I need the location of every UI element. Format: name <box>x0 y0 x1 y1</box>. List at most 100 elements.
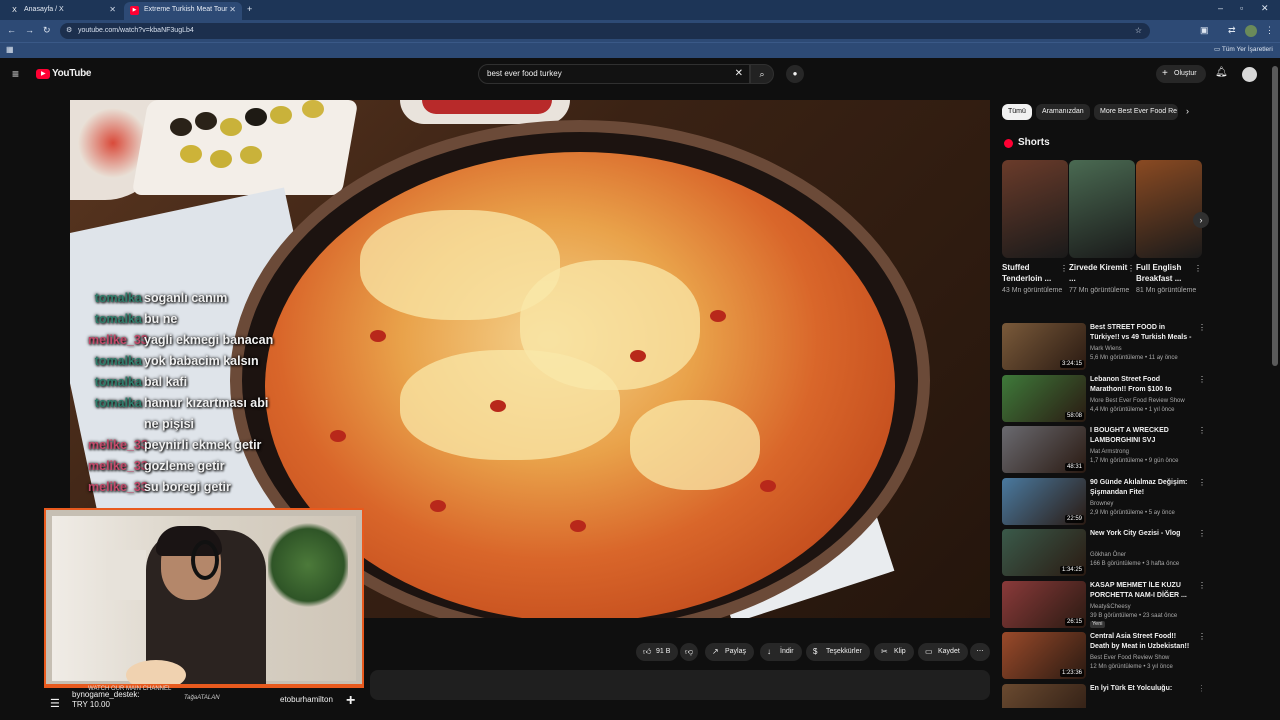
profile-avatar[interactable] <box>1245 25 1257 37</box>
video-thumbnail[interactable]: 26:15 <box>1002 580 1086 628</box>
recommendation-item[interactable]: 1:23:36 Central Asia Street Food!! Death … <box>1002 632 1206 680</box>
short-thumbnail[interactable] <box>1002 160 1068 258</box>
video-thumbnail[interactable]: 48:31 <box>1002 426 1086 473</box>
chip-all[interactable]: Tümü <box>1002 104 1032 120</box>
close-window-icon[interactable]: ✕ <box>1261 3 1269 14</box>
maximize-icon[interactable]: ▫ <box>1240 3 1243 13</box>
video-title[interactable]: 90 Günde Akılalmaz Değişim: Şişmandan Fi… <box>1090 478 1194 498</box>
recommendation-item[interactable]: 3:24:15 Best STREET FOOD in Türkiye!! vs … <box>1002 323 1206 371</box>
video-title[interactable]: Central Asia Street Food!! Death by Meat… <box>1090 632 1194 652</box>
bookmark-star-icon[interactable]: ☆ <box>1135 23 1142 39</box>
channel-name[interactable]: Best Ever Food Review Show <box>1090 654 1169 662</box>
create-button[interactable]: + Oluştur <box>1156 65 1206 83</box>
close-tab-icon[interactable]: ✕ <box>109 2 116 18</box>
video-title[interactable]: I BOUGHT A WRECKED LAMBORGHINI SVJ <box>1090 426 1194 446</box>
forward-icon[interactable]: → <box>25 25 34 35</box>
short-card[interactable]: Full English Breakfast ... 81 Mn görüntül… <box>1136 160 1202 296</box>
short-thumbnail[interactable] <box>1069 160 1135 258</box>
more-vertical-icon[interactable]: ⋮ <box>1060 264 1068 273</box>
thanks-button[interactable]: $ Teşekkürler <box>806 643 870 661</box>
new-tab-icon[interactable]: + <box>247 4 252 14</box>
channel-name[interactable]: Meaty&Cheesy <box>1090 603 1131 611</box>
video-title[interactable]: New York City Gezisi - Vlog <box>1090 529 1194 539</box>
minimize-icon[interactable]: – <box>1218 3 1223 13</box>
more-vertical-icon[interactable]: ⋮ <box>1198 684 1202 693</box>
more-actions-button[interactable]: ⋯ <box>970 643 990 661</box>
voice-search-button[interactable]: ● <box>786 65 804 83</box>
video-title[interactable]: Lebanon Street Food Marathon!! From $100… <box>1090 375 1194 395</box>
more-vertical-icon[interactable]: ⋮ <box>1198 581 1206 590</box>
notifications-bell-icon[interactable]: 🔔︎ <box>1215 67 1228 78</box>
close-tab-icon[interactable]: ✕ <box>229 2 236 18</box>
chip-from-search[interactable]: Aramanızdan <box>1036 104 1090 120</box>
more-vertical-icon[interactable]: ⋮ <box>1127 264 1135 273</box>
chat-username: tomalka <box>94 354 142 368</box>
more-vertical-icon[interactable]: ⋮ <box>1198 478 1206 487</box>
recommendation-item[interactable]: En İyi Türk Et Yolculuğu: ⋮ <box>1002 683 1202 708</box>
more-vertical-icon[interactable]: ⋮ <box>1198 426 1206 435</box>
back-icon[interactable]: ← <box>7 25 16 35</box>
like-button[interactable]: 👍︎ 91 B <box>636 643 678 661</box>
tab-x-title: Anasayfa / X <box>24 6 64 13</box>
clear-search-icon[interactable]: ✕ <box>735 65 743 83</box>
description-box[interactable] <box>370 670 990 700</box>
page-scrollbar[interactable] <box>1272 66 1278 366</box>
settings-icon[interactable]: ☰ <box>50 697 60 710</box>
recommendation-item[interactable]: 22:59 90 Günde Akılalmaz Değişim: Şişmand… <box>1002 477 1206 526</box>
donation-amount: TRY 10.00 <box>72 700 110 709</box>
account-avatar[interactable] <box>1242 67 1257 82</box>
sidebar-icon[interactable]: ⇄ <box>1228 25 1236 36</box>
recommendation-item[interactable]: 48:31 I BOUGHT A WRECKED LAMBORGHINI SVJ M… <box>1002 426 1206 474</box>
video-thumbnail[interactable]: 58:08 <box>1002 374 1086 422</box>
more-vertical-icon[interactable]: ⋮ <box>1198 375 1206 384</box>
short-title[interactable]: Zirvede Kiremit ... <box>1069 262 1135 284</box>
download-button[interactable]: ↓ İndir <box>760 643 802 661</box>
tab-x[interactable]: X Anasayfa / X ✕ <box>4 2 122 20</box>
channel-name[interactable]: Browney <box>1090 500 1113 508</box>
tab-youtube[interactable]: ▶ Extreme Turkish Meat Tour ✕ <box>124 2 242 20</box>
search-input[interactable]: best ever food turkey ✕ <box>478 64 750 84</box>
site-info-icon[interactable]: ⚙ <box>66 23 72 39</box>
video-thumbnail[interactable]: 3:24:15 <box>1002 323 1086 370</box>
short-title[interactable]: Stuffed Tenderloin ... <box>1002 262 1068 284</box>
more-horizontal-icon: ⋯ <box>976 648 984 655</box>
short-card[interactable]: Stuffed Tenderloin ... 43 Mn görüntüleme ⋮ <box>1002 160 1068 296</box>
recommendation-item[interactable]: 58:08 Lebanon Street Food Marathon!! From… <box>1002 374 1206 423</box>
more-vertical-icon[interactable]: ⋮ <box>1198 529 1206 538</box>
video-thumbnail[interactable]: 1:34:25 <box>1002 529 1086 576</box>
more-vertical-icon[interactable]: ⋮ <box>1194 264 1202 273</box>
channel-name[interactable]: More Best Ever Food Review Show <box>1090 397 1185 405</box>
save-button[interactable]: ▭ Kaydet <box>918 643 968 661</box>
channel-name[interactable]: Gökhan Öner <box>1090 551 1126 559</box>
clip-button[interactable]: ✂ Klip <box>874 643 914 661</box>
channel-name[interactable]: Mark Wiens <box>1090 345 1122 353</box>
video-title[interactable]: KASAP MEHMET İLE KUZU PORCHETTA NAM-I Dİ… <box>1090 581 1194 601</box>
video-title[interactable]: Best STREET FOOD in Türkiye!! vs 49 Turk… <box>1090 323 1194 343</box>
reload-icon[interactable]: ↻ <box>43 25 51 36</box>
channel-name[interactable]: Mat Armstrong <box>1090 448 1129 456</box>
video-thumbnail[interactable] <box>1002 683 1086 708</box>
shorts-next-icon[interactable]: › <box>1193 212 1209 228</box>
more-vertical-icon[interactable]: ⋮ <box>1198 323 1206 332</box>
extensions-icon[interactable]: ▣ <box>1200 25 1209 36</box>
more-vertical-icon[interactable]: ⋮ <box>1198 632 1206 641</box>
chevron-right-icon[interactable]: › <box>1186 106 1189 116</box>
browser-menu-icon[interactable]: ⋮ <box>1265 25 1274 36</box>
url-field[interactable]: ⚙ youtube.com/watch?v=kbaNF3ugLb4 ☆ <box>60 23 1150 39</box>
short-thumbnail[interactable] <box>1136 160 1202 258</box>
short-title[interactable]: Full English Breakfast ... <box>1136 262 1202 284</box>
share-button[interactable]: ↗ Paylaş <box>705 643 755 661</box>
chip-more-best-ever[interactable]: More Best Ever Food Re <box>1094 104 1178 120</box>
all-bookmarks[interactable]: ▭ Tüm Yer İşaretleri <box>1214 45 1273 53</box>
video-thumbnail[interactable]: 1:23:36 <box>1002 632 1086 679</box>
recommendation-item[interactable]: 26:15 KASAP MEHMET İLE KUZU PORCHETTA NAM… <box>1002 580 1206 629</box>
hamburger-menu-icon[interactable]: ≡ <box>12 67 19 81</box>
dislike-button[interactable]: 👎︎ <box>680 643 698 661</box>
video-title[interactable]: En İyi Türk Et Yolculuğu: <box>1090 684 1194 694</box>
recommendation-item[interactable]: 1:34:25 New York City Gezisi - Vlog Gökhan… <box>1002 529 1206 577</box>
add-icon[interactable]: + <box>346 692 355 710</box>
video-thumbnail[interactable]: 22:59 <box>1002 477 1086 525</box>
search-button[interactable]: ⌕ <box>750 64 774 84</box>
short-card[interactable]: Zirvede Kiremit ... 77 Mn görüntüleme ⋮ <box>1069 160 1135 296</box>
apps-icon[interactable]: ▦ <box>6 45 14 54</box>
